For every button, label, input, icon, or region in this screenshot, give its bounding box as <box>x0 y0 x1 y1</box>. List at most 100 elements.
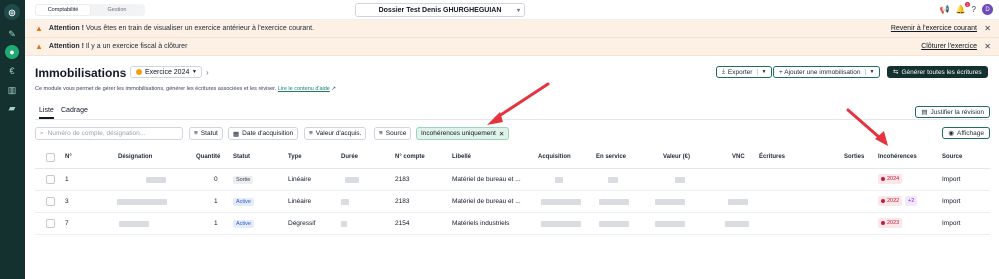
filter-statut[interactable]: ≡ Statut <box>189 127 223 140</box>
col-source[interactable]: Source <box>942 154 962 160</box>
dossier-select[interactable]: Dossier Test Denis GHURGHEGUIAN ▾ <box>355 3 525 17</box>
more-incoherences-badge[interactable]: +2 <box>905 196 918 206</box>
search-input[interactable]: ⌕ Numéro de compte, désignation... <box>35 127 183 140</box>
add-immobilisation-button[interactable]: + Ajouter une immobilisation ▼ <box>773 66 881 78</box>
alert-dot <box>881 221 885 225</box>
filter-valeur[interactable]: ≡ Valeur d'acquis. <box>304 127 367 140</box>
incoherence-badge[interactable]: 2023 <box>878 218 903 228</box>
filter-source[interactable]: ≡ Source <box>374 127 412 140</box>
col-valeur[interactable]: Valeur (€) <box>663 154 690 160</box>
segment-gestion[interactable]: Gestion <box>90 5 144 15</box>
status-label: Active <box>233 198 254 206</box>
euro-icon[interactable]: € <box>5 64 19 78</box>
segment-comptabilite[interactable]: Comptabilité <box>36 5 90 15</box>
cell-type: Dégressif <box>288 220 316 227</box>
page-description: Ce module vous permet de gérer les immob… <box>35 86 336 92</box>
close-exercise-link[interactable]: Clôturer l'exercice <box>921 43 977 50</box>
table-row[interactable]: 7 1 Active Dégressif 2154 Matériels indu… <box>35 213 990 235</box>
row-checkbox[interactable] <box>46 197 55 206</box>
chevron-left-icon[interactable]: ‹ <box>120 68 123 77</box>
row-checkbox[interactable] <box>46 219 55 228</box>
banner-prefix: Attention ! <box>48 43 84 50</box>
cell-compte: 2154 <box>395 220 410 227</box>
redacted-service <box>599 199 629 205</box>
redacted-vnc <box>728 199 748 205</box>
tab-cadrage[interactable]: Cadrage <box>61 107 88 114</box>
redacted-designation <box>117 199 167 205</box>
close-icon[interactable]: ✕ <box>984 42 991 51</box>
redacted-duree <box>341 199 349 205</box>
justify-revision-button[interactable]: ▤ Justifier la révision <box>915 106 990 118</box>
affichage-button[interactable]: ◉ Affichage <box>942 127 990 139</box>
generate-entries-button[interactable]: ⇆ Générer toutes les écritures <box>887 66 988 78</box>
col-ecritures[interactable]: Écritures <box>759 154 785 160</box>
top-bar: Comptabilité Gestion Dossier Test Denis … <box>25 0 999 20</box>
select-all-checkbox[interactable] <box>46 153 55 162</box>
table-row[interactable]: 3 1 Active Linéaire 2183 Matériel de bur… <box>35 191 990 213</box>
exercice-label: Exercice 2024 <box>145 68 190 76</box>
annotation-arrow-column <box>846 108 888 146</box>
search-placeholder: Numéro de compte, désignation... <box>47 130 146 137</box>
col-vnc[interactable]: VNC <box>732 154 745 160</box>
alert-dot <box>881 177 885 181</box>
chevron-down-icon[interactable]: ▼ <box>757 69 766 75</box>
filter-label: Statut <box>200 130 218 137</box>
megaphone-icon[interactable]: 📢 <box>940 5 950 14</box>
tab-liste[interactable]: Liste <box>39 107 54 119</box>
export-button[interactable]: ⤓ Exporter ▼ <box>716 66 773 78</box>
col-designation[interactable]: Désignation <box>118 154 152 160</box>
cell-type: Linéaire <box>288 198 312 205</box>
logo: ◎ <box>4 4 20 20</box>
col-statut[interactable]: Statut <box>233 154 250 160</box>
col-incoherences[interactable]: Incohérences <box>878 154 917 160</box>
external-link-icon[interactable]: ↗ <box>331 86 336 92</box>
col-acquisition[interactable]: Acquisition <box>538 154 571 160</box>
close-icon[interactable]: ✕ <box>984 24 991 33</box>
redacted-valeur <box>655 199 685 205</box>
return-current-exercise-link[interactable]: Revenir à l'exercice courant <box>891 25 977 32</box>
table-row[interactable]: 1 0 Sortie Linéaire 2183 Matériel de bur… <box>35 169 990 191</box>
warning-icon: ▲ <box>35 42 43 51</box>
app-frame: { "topbar": { "segments": ["Comptabilité… <box>0 0 999 279</box>
redacted-acquisition <box>555 177 563 183</box>
close-icon[interactable]: ✕ <box>499 130 504 138</box>
pen-icon[interactable]: ✎ <box>5 27 19 41</box>
book-icon[interactable]: ▥ <box>5 83 19 97</box>
bell-icon[interactable]: 🔔 2 <box>956 2 970 14</box>
cell-libelle: Matériel de bureau et ... <box>452 198 521 205</box>
filter-date-acquisition[interactable]: ▦ Date d'acquisition <box>228 127 299 140</box>
col-compte[interactable]: N° compte <box>395 154 425 160</box>
filter-icon: ≡ <box>309 130 313 137</box>
col-type[interactable]: Type <box>288 154 302 160</box>
help-link[interactable]: Lire le contenu d'aide <box>278 86 330 92</box>
cell-num: 7 <box>65 220 69 227</box>
help-icon[interactable]: ? <box>972 5 976 14</box>
status-label: Active <box>233 220 254 228</box>
banner-text: Il y a un exercice fiscal à clôturer <box>83 43 188 50</box>
search-icon: ⌕ <box>40 129 44 137</box>
filter-incoherences[interactable]: Incohérences uniquement ✕ <box>416 127 510 140</box>
col-en-service[interactable]: En service <box>596 154 626 160</box>
incoherence-badge[interactable]: 2022 <box>878 196 903 206</box>
status-label: Sortie <box>233 176 254 184</box>
col-libelle[interactable]: Libellé <box>452 154 471 160</box>
exercise-status-dot <box>136 69 142 75</box>
col-num[interactable]: N° <box>65 154 72 160</box>
status-badge: Active <box>233 198 254 206</box>
exercice-select[interactable]: Exercice 2024 ▼ <box>130 66 202 78</box>
col-sorties[interactable]: Sorties <box>844 154 864 160</box>
avatar[interactable]: D <box>982 4 993 15</box>
folder-icon[interactable]: ▰ <box>5 101 19 115</box>
tabs-divider <box>35 119 990 120</box>
module-active-icon[interactable]: ● <box>5 45 19 59</box>
redacted-designation <box>146 177 166 183</box>
incoherence-badge[interactable]: 2024 <box>878 174 903 184</box>
cell-libelle: Matériel de bureau et ... <box>452 176 521 183</box>
col-quantite[interactable]: Quantité <box>196 154 220 160</box>
row-checkbox[interactable] <box>46 175 55 184</box>
export-label: Exporter <box>727 68 753 76</box>
col-duree[interactable]: Durée <box>341 154 358 160</box>
chevron-down-icon[interactable]: ▼ <box>865 69 874 75</box>
eye-icon: ◉ <box>948 130 955 137</box>
chevron-right-icon[interactable]: › <box>206 68 209 77</box>
